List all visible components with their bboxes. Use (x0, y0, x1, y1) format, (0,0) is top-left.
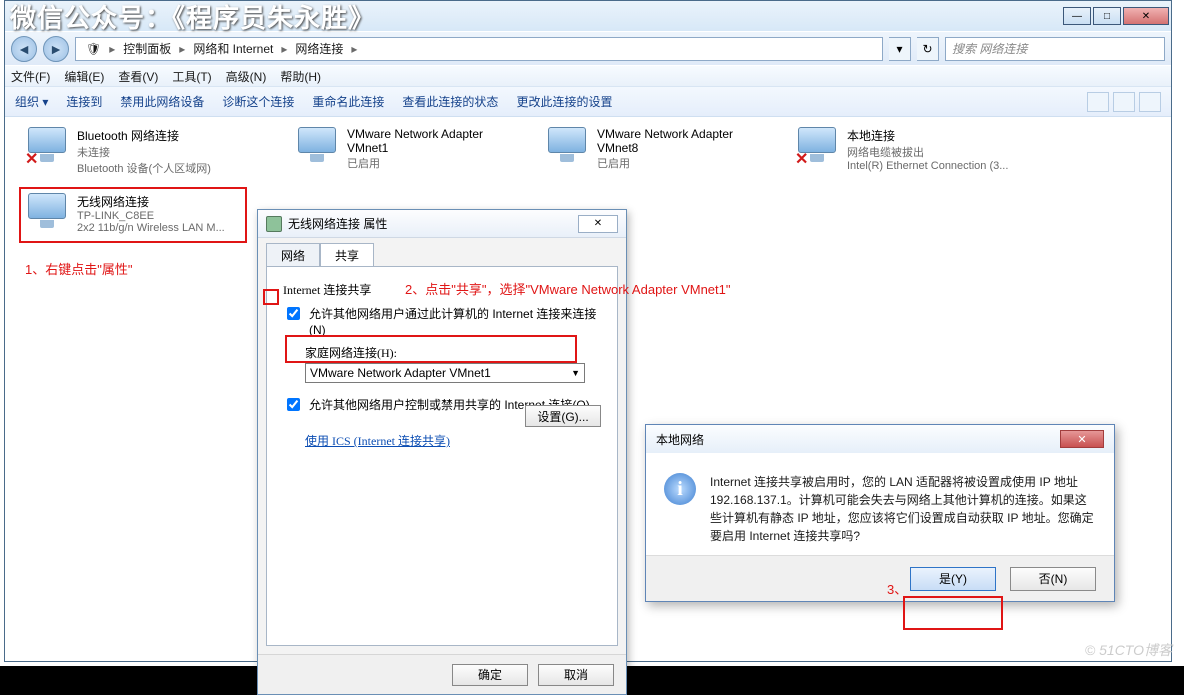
conn-device: Intel(R) Ethernet Connection (3... (847, 160, 1008, 172)
conn-device: 2x2 11b/g/n Wireless LAN M... (77, 222, 225, 234)
tb-organize[interactable]: 组织 ▾ (15, 93, 48, 110)
search-input[interactable]: 搜索 网络连接 (945, 37, 1165, 61)
bluetooth-icon: ✕ (25, 127, 69, 167)
yes-button[interactable]: 是(Y) (910, 567, 996, 591)
messagebox-close-button[interactable]: ✕ (1060, 430, 1104, 448)
conn-title: 无线网络连接 (77, 193, 225, 210)
home-network-combo[interactable]: VMware Network Adapter VMnet1 ▼ (305, 363, 585, 383)
explorer-window: — □ ✕ ◄ ► 🛡▸ 控制面板▸ 网络和 Internet▸ 网络连接▸ ▾… (4, 0, 1172, 662)
view-button[interactable] (1087, 92, 1109, 112)
adapter-icon (266, 216, 282, 232)
menu-tools[interactable]: 工具(T) (172, 68, 211, 85)
allow-connect-label: 允许其他网络用户通过此计算机的 Internet 连接来连接(N) (309, 306, 601, 338)
conn-title: 本地连接 (847, 127, 1008, 144)
conn-status: 已启用 (347, 155, 483, 171)
ok-button[interactable]: 确定 (452, 664, 528, 686)
connection-wifi[interactable]: 无线网络连接 TP-LINK_C8EE 2x2 11b/g/n Wireless… (25, 193, 275, 234)
preview-button[interactable] (1113, 92, 1135, 112)
info-icon: i (664, 473, 696, 505)
titlebar: — □ ✕ (5, 1, 1171, 31)
breadcrumb-seg[interactable]: 网络连接 (291, 40, 347, 57)
allow-connect-checkbox[interactable] (287, 307, 300, 320)
menu-help[interactable]: 帮助(H) (280, 68, 321, 85)
menu-file[interactable]: 文件(F) (11, 68, 50, 85)
toolbar: 组织 ▾ 连接到 禁用此网络设备 诊断这个连接 重命名此连接 查看此连接的状态 … (5, 87, 1171, 117)
conn-status: 网络电缆被拔出 (847, 144, 1008, 160)
tb-diagnose[interactable]: 诊断这个连接 (222, 93, 294, 110)
conn-title2: VMnet1 (347, 141, 483, 155)
cancel-button[interactable]: 取消 (538, 664, 614, 686)
conn-title: Bluetooth 网络连接 (77, 127, 211, 144)
tb-disable[interactable]: 禁用此网络设备 (120, 93, 204, 110)
messagebox-text: Internet 连接共享被启用时，您的 LAN 适配器将被设置成使用 IP 地… (710, 473, 1096, 545)
conn-title: VMware Network Adapter (597, 127, 733, 141)
dialog-footer: 确定 取消 (258, 654, 626, 694)
menu-advanced[interactable]: 高级(N) (226, 68, 267, 85)
combo-value: VMware Network Adapter VMnet1 (310, 366, 491, 380)
annotation-3: 3、 (887, 579, 907, 598)
conn-status: 已启用 (597, 155, 733, 171)
connection-vmnet8[interactable]: VMware Network Adapter VMnet8 已启用 (545, 127, 795, 171)
minimize-button[interactable]: — (1063, 7, 1091, 25)
breadcrumb-dropdown[interactable]: ▾ (889, 37, 911, 61)
wifi-icon (25, 193, 69, 233)
breadcrumb[interactable]: 🛡▸ 控制面板▸ 网络和 Internet▸ 网络连接▸ (75, 37, 883, 61)
settings-button[interactable]: 设置(G)... (525, 405, 601, 427)
no-button[interactable]: 否(N) (1010, 567, 1096, 591)
messagebox-titlebar: 本地网络 ✕ (646, 425, 1114, 453)
annotation-1: 1、右键点击"属性" (25, 259, 132, 278)
messagebox: 本地网络 ✕ i Internet 连接共享被启用时，您的 LAN 适配器将被设… (645, 424, 1115, 602)
ics-link[interactable]: 使用 ICS (Internet 连接共享) (305, 432, 450, 449)
annotation-box-cb1 (263, 289, 279, 305)
breadcrumb-seg[interactable]: 控制面板 (119, 40, 175, 57)
address-bar: ◄ ► 🛡▸ 控制面板▸ 网络和 Internet▸ 网络连接▸ ▾ ↻ 搜索 … (5, 31, 1171, 65)
conn-title2: VMnet8 (597, 141, 733, 155)
tab-panel-sharing: Internet 连接共享 允许其他网络用户通过此计算机的 Internet 连… (266, 266, 618, 646)
home-network-label: 家庭网络连接(H): (305, 344, 601, 361)
connection-bluetooth[interactable]: ✕ Bluetooth 网络连接 未连接 Bluetooth 设备(个人区域网) (25, 127, 275, 176)
menu-view[interactable]: 查看(V) (118, 68, 158, 85)
tb-changesettings[interactable]: 更改此连接的设置 (516, 93, 612, 110)
adapter-icon (545, 127, 589, 167)
breadcrumb-seg[interactable]: 网络和 Internet (189, 40, 277, 57)
breadcrumb-seg[interactable]: 🛡 (82, 42, 105, 56)
tab-network[interactable]: 网络 (266, 243, 320, 267)
connection-vmnet1[interactable]: VMware Network Adapter VMnet1 已启用 (295, 127, 545, 171)
dialog-titlebar: 无线网络连接 属性 ✕ (258, 210, 626, 238)
chevron-down-icon: ▼ (571, 368, 580, 378)
close-button[interactable]: ✕ (1123, 7, 1169, 25)
allow-control-checkbox[interactable] (287, 398, 300, 411)
conn-status: TP-LINK_C8EE (77, 210, 225, 222)
refresh-button[interactable]: ↻ (917, 37, 939, 61)
conn-status: 未连接 (77, 144, 211, 160)
nav-forward-button[interactable]: ► (43, 36, 69, 62)
tb-status[interactable]: 查看此连接的状态 (402, 93, 498, 110)
annotation-2: 2、点击"共享"，选择"VMware Network Adapter VMnet… (405, 279, 731, 298)
dialog-close-button[interactable]: ✕ (578, 215, 618, 233)
help-button[interactable] (1139, 92, 1161, 112)
conn-device: Bluetooth 设备(个人区域网) (77, 160, 211, 176)
tb-rename[interactable]: 重命名此连接 (312, 93, 384, 110)
conn-title: VMware Network Adapter (347, 127, 483, 141)
menu-edit[interactable]: 编辑(E) (64, 68, 104, 85)
connection-lan[interactable]: ✕ 本地连接 网络电缆被拔出 Intel(R) Ethernet Connect… (795, 127, 1085, 172)
adapter-icon (295, 127, 339, 167)
content-area: ✕ Bluetooth 网络连接 未连接 Bluetooth 设备(个人区域网)… (5, 119, 1171, 661)
maximize-button[interactable]: □ (1093, 7, 1121, 25)
lan-icon: ✕ (795, 127, 839, 167)
nav-back-button[interactable]: ◄ (11, 36, 37, 62)
messagebox-title: 本地网络 (656, 431, 704, 448)
menubar: 文件(F) 编辑(E) 查看(V) 工具(T) 高级(N) 帮助(H) (5, 65, 1171, 87)
tab-sharing[interactable]: 共享 (320, 243, 374, 267)
tb-connect[interactable]: 连接到 (66, 93, 102, 110)
dialog-title: 无线网络连接 属性 (288, 215, 387, 232)
